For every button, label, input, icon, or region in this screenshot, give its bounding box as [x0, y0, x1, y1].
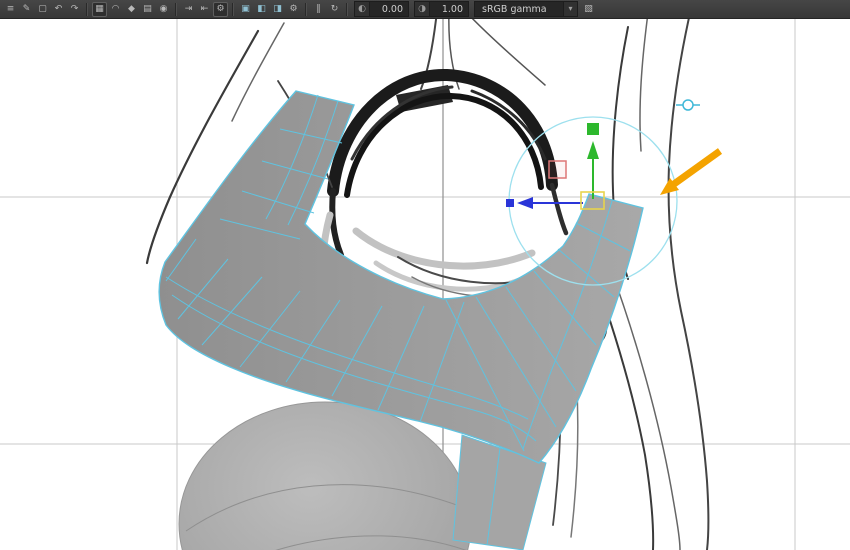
- color-space-selected-value[interactable]: sRGB gamma: [475, 4, 563, 15]
- open-render-view-icon[interactable]: ▣: [238, 2, 253, 17]
- gamma-value[interactable]: 1.00: [430, 4, 468, 15]
- chevron-down-icon[interactable]: ▾: [563, 2, 577, 16]
- toolbar-separator: [305, 2, 307, 16]
- toolbar-separator: [346, 2, 348, 16]
- undo-icon[interactable]: ↶: [51, 2, 66, 17]
- sphere-mesh[interactable]: [178, 401, 472, 550]
- exposure-field[interactable]: ◐ 0.00: [354, 1, 409, 17]
- snap-to-grid-icon[interactable]: ▦: [92, 1, 107, 17]
- pause-viewport-icon[interactable]: ‖: [311, 2, 326, 17]
- pencil-icon[interactable]: ✎: [19, 2, 34, 17]
- redo-icon[interactable]: ↷: [67, 2, 82, 17]
- render-current-frame-icon[interactable]: ◧: [254, 2, 269, 17]
- y-axis-handle[interactable]: [587, 123, 599, 199]
- make-live-icon[interactable]: ◉: [156, 2, 171, 17]
- status-line-toolbar: ≡ ✎ ▢ ↶ ↷ ▦ ◠ ◆ ▤ ◉ ⇥ ⇤ ⚙ ▣ ◧ ◨ ⚙ ‖ ↻ ◐ 0.00 ◑ 1.00 sRGB g…: [0, 0, 850, 19]
- toolbar-post-icon-group: ▧: [581, 2, 596, 17]
- x-axis-handle[interactable]: [506, 197, 583, 209]
- refresh-icon[interactable]: ↻: [327, 2, 342, 17]
- maya-application-window: ≡ ✎ ▢ ↶ ↷ ▦ ◠ ◆ ▤ ◉ ⇥ ⇤ ⚙ ▣ ◧ ◨ ⚙ ‖ ↻ ◐ 0.00 ◑ 1.00 sRGB g…: [0, 0, 850, 550]
- selection-mask-icon[interactable]: ≡: [3, 2, 18, 17]
- construction-history-icon[interactable]: ⚙: [213, 1, 228, 17]
- toolbar-separator: [175, 2, 177, 16]
- color-space-dropdown[interactable]: sRGB gamma ▾: [474, 1, 578, 17]
- toolbar-separator: [86, 2, 88, 16]
- gamma-toggle-icon[interactable]: ◑: [415, 2, 430, 16]
- viewport-canvas[interactable]: [0, 19, 850, 550]
- select-by-object-type-icon[interactable]: ▢: [35, 2, 50, 17]
- plane-handle[interactable]: [548, 160, 567, 179]
- render-settings-icon[interactable]: ⚙: [286, 2, 301, 17]
- exposure-toggle-icon[interactable]: ◐: [355, 2, 370, 16]
- target-crosshair-marker[interactable]: [676, 99, 700, 111]
- input-connections-icon[interactable]: ⇥: [181, 2, 196, 17]
- ipr-render-icon[interactable]: ◨: [270, 2, 285, 17]
- toolbar-icon-group: ≡ ✎ ▢ ↶ ↷ ▦ ◠ ◆ ▤ ◉ ⇥ ⇤ ⚙ ▣ ◧ ◨ ⚙ ‖ ↻: [3, 1, 351, 17]
- viewport-panel[interactable]: [0, 19, 850, 550]
- toolbar-separator: [232, 2, 234, 16]
- exposure-value[interactable]: 0.00: [370, 4, 408, 15]
- snap-to-point-icon[interactable]: ◆: [124, 2, 139, 17]
- color-management-icon[interactable]: ▧: [581, 2, 596, 17]
- snap-to-plane-icon[interactable]: ▤: [140, 2, 155, 17]
- gamma-field[interactable]: ◑ 1.00: [414, 1, 469, 17]
- output-connections-icon[interactable]: ⇤: [197, 2, 212, 17]
- snap-to-curve-icon[interactable]: ◠: [108, 2, 123, 17]
